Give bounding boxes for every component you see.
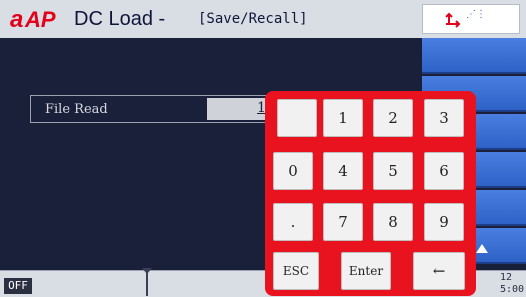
key-esc[interactable]: ESC	[273, 252, 319, 290]
key-enter[interactable]: Enter	[341, 252, 391, 290]
key-0[interactable]: 0	[273, 152, 313, 190]
key-7[interactable]: 7	[323, 203, 363, 241]
key-5[interactable]: 5	[373, 152, 413, 190]
key-dot[interactable]: .	[273, 203, 313, 241]
output-state-badge: OFF	[4, 278, 32, 294]
caret-down-icon	[142, 268, 152, 274]
svg-text:AP: AP	[24, 7, 56, 32]
numeric-keypad: 1 2 3 0 4 5 6 . 7 8 9 ESC Enter ←	[265, 91, 476, 296]
softkey-1[interactable]	[422, 38, 526, 74]
brand-logo: a AP	[8, 6, 62, 32]
status-time-line1: 12	[500, 272, 513, 283]
key-2[interactable]: 2	[373, 99, 413, 137]
key-blank[interactable]	[277, 99, 317, 137]
key-4[interactable]: 4	[323, 152, 363, 190]
key-8[interactable]: 8	[373, 203, 413, 241]
memory-icon: ⋮	[476, 9, 486, 20]
key-1[interactable]: 1	[323, 99, 363, 137]
title-bar: a AP DC Load - [Save/Recall] ⋰ ⋮	[0, 0, 526, 39]
key-3[interactable]: 3	[424, 99, 464, 137]
key-9[interactable]: 9	[424, 203, 464, 241]
svg-text:a: a	[10, 6, 23, 32]
window-title: DC Load -	[74, 8, 166, 30]
usb-icon	[445, 12, 461, 28]
key-backspace[interactable]: ←	[413, 252, 465, 290]
status-time-line2: 5:00	[500, 284, 525, 295]
key-6[interactable]: 6	[424, 152, 464, 190]
file-read-label: File Read	[45, 102, 108, 117]
arrow-up-icon[interactable]	[476, 244, 488, 253]
signal-icon: ⋰	[466, 9, 476, 20]
instrument-screen: a AP DC Load - [Save/Recall] ⋰ ⋮ File Re…	[0, 0, 526, 297]
status-icons: ⋰ ⋮	[422, 4, 520, 34]
page-subtitle: [Save/Recall]	[198, 11, 308, 27]
file-read-row[interactable]: File Read 1	[30, 95, 278, 123]
